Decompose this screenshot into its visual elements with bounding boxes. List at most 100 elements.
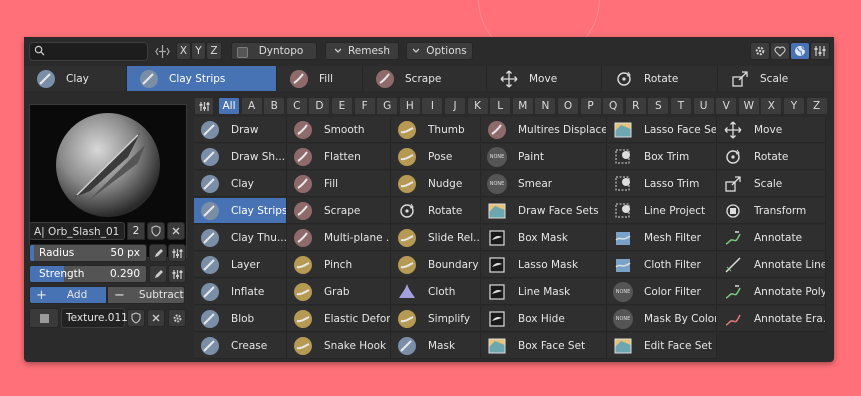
filter-letter-d[interactable]: D [308,97,331,115]
brush-item-smooth[interactable]: Smooth [287,117,391,143]
favorites-button[interactable] [770,42,790,60]
filter-letter-z[interactable]: Z [805,97,828,115]
brush-item-lasso-trim[interactable]: Lasso Trim [607,171,717,197]
brush-item-flatten[interactable]: Flatten [287,144,391,170]
mirror-z-button[interactable]: Z [206,42,222,60]
brush-item-transform[interactable]: Transform [717,198,826,224]
brush-item-draw[interactable]: Draw [194,117,287,143]
dyntopo-button[interactable]: Dyntopo [231,42,317,60]
brush-item-crease[interactable]: Crease [194,333,287,359]
brush-item-mask[interactable]: Mask [391,333,481,359]
brush-item-cloth-filter[interactable]: Cloth Filter [607,252,717,278]
unlink-brush-button[interactable] [167,222,185,240]
gear-button[interactable] [750,42,770,60]
brush-item-box-hide[interactable]: Box Hide [481,306,607,332]
brush-item-multires-displace[interactable]: Multires Displace... [481,117,607,143]
filter-letter-s[interactable]: S [647,97,670,115]
filter-letter-n[interactable]: N [534,97,557,115]
filter-letter-i[interactable]: I [421,97,444,115]
texture-settings-button[interactable] [168,309,186,327]
brush-item-rotate[interactable]: Rotate [717,144,826,170]
filter-letter-all[interactable]: All [218,97,240,115]
texture-name-field[interactable]: Texture.011 [61,308,128,328]
brush-item-cloth[interactable]: Cloth [391,279,481,305]
filter-letter-h[interactable]: H [398,97,421,115]
brush-name-field[interactable]: A| Orb_Slash_01 [29,222,125,240]
brush-item-layer[interactable]: Layer [194,252,287,278]
brush-item-annotate-era[interactable]: Annotate Era... [717,306,826,332]
radius-slider[interactable]: Radius 50 px [29,244,147,262]
symmetry-icon[interactable] [155,44,170,59]
remesh-dropdown[interactable]: Remesh [325,42,399,60]
brush-user-count[interactable]: 2 [127,222,145,240]
filter-letter-p[interactable]: P [579,97,602,115]
brush-item-blob[interactable]: Blob [194,306,287,332]
brush-item-pinch[interactable]: Pinch [287,252,391,278]
filter-letter-y[interactable]: Y [783,97,805,115]
brush-item-fill[interactable]: Fill [287,171,391,197]
brush-item-mask-by-color[interactable]: NONE Mask By Color [607,306,717,332]
filter-letter-j[interactable]: J [444,97,466,115]
texture-fake-user-button[interactable] [127,309,145,327]
filter-letter-x[interactable]: X [760,97,783,115]
brush-item-lasso-face-set[interactable]: Lasso Face Set [607,117,717,143]
brush-item-elastic-defor[interactable]: Elastic Defor... [287,306,391,332]
tool-clay-strips[interactable]: Clay Strips [127,66,277,91]
brush-item-color-filter[interactable]: NONE Color Filter [607,279,717,305]
texture-unlink-button[interactable] [147,309,165,327]
filter-letter-w[interactable]: W [737,97,760,115]
filter-letter-m[interactable]: M [511,97,534,115]
brush-item-grab[interactable]: Grab [287,279,391,305]
filter-letter-l[interactable]: L [489,97,512,115]
brush-item-pose[interactable]: Pose [391,144,481,170]
filter-letter-e[interactable]: E [331,97,353,115]
filter-letter-t[interactable]: T [670,97,692,115]
brush-item-clay-strips[interactable]: Clay Strips [194,198,287,224]
tool-scale[interactable]: Scale [718,66,834,91]
filter-letter-f[interactable]: F [353,97,376,115]
brush-item-line-mask[interactable]: Line Mask [481,279,607,305]
filter-letter-g[interactable]: G [376,97,399,115]
texture-preview-button[interactable] [29,308,59,328]
brush-item-draw-sh[interactable]: Draw Sh... [194,144,287,170]
strength-slider[interactable]: Strength 0.290 [29,265,147,283]
brush-item-line-project[interactable]: Line Project [607,198,717,224]
filter-letter-r[interactable]: R [624,97,647,115]
strength-unit-button[interactable] [168,265,186,283]
brush-item-move[interactable]: Move [717,117,826,143]
brush-settings-button[interactable] [810,42,830,60]
tool-fill[interactable]: Fill [277,66,363,91]
filter-letter-q[interactable]: Q [602,97,625,115]
filter-letter-a[interactable]: A [240,97,263,115]
global-button[interactable] [790,42,810,60]
brush-item-edit-face-set[interactable]: Edit Face Set [607,333,717,359]
filter-letter-b[interactable]: B [263,97,286,115]
brush-item-nudge[interactable]: Nudge [391,171,481,197]
brush-item-clay[interactable]: Clay [194,171,287,197]
filter-letter-o[interactable]: O [557,97,579,115]
brush-item-simplify[interactable]: Simplify [391,306,481,332]
brush-item-snake-hook[interactable]: Snake Hook [287,333,391,359]
brush-item-box-face-set[interactable]: Box Face Set [481,333,607,359]
options-dropdown[interactable]: Options [406,42,473,60]
radius-unit-button[interactable] [168,244,186,262]
brush-item-slide-rel[interactable]: Slide Rel... [391,225,481,251]
brush-item-smear[interactable]: NONE Smear [481,171,607,197]
brush-item-thumb[interactable]: Thumb [391,117,481,143]
subtract-direction-button[interactable]: − Subtract [107,286,185,304]
filter-settings-button[interactable] [194,97,214,115]
tool-scrape[interactable]: Scrape [363,66,487,91]
filter-letter-u[interactable]: U [692,97,715,115]
brush-item-annotate-line[interactable]: Annotate Line [717,252,826,278]
brush-item-annotate[interactable]: Annotate [717,225,826,251]
brush-item-paint[interactable]: NONE Paint [481,144,607,170]
brush-item-box-trim[interactable]: Box Trim [607,144,717,170]
brush-item-draw-face-sets[interactable]: Draw Face Sets [481,198,607,224]
radius-pressure-button[interactable] [149,244,167,262]
brush-item-mesh-filter[interactable]: Mesh Filter [607,225,717,251]
brush-item-box-mask[interactable]: Box Mask [481,225,607,251]
strength-pressure-button[interactable] [149,265,167,283]
add-direction-button[interactable]: + Add [29,286,107,304]
tool-rotate[interactable]: Rotate [602,66,718,91]
filter-letter-c[interactable]: C [285,97,308,115]
